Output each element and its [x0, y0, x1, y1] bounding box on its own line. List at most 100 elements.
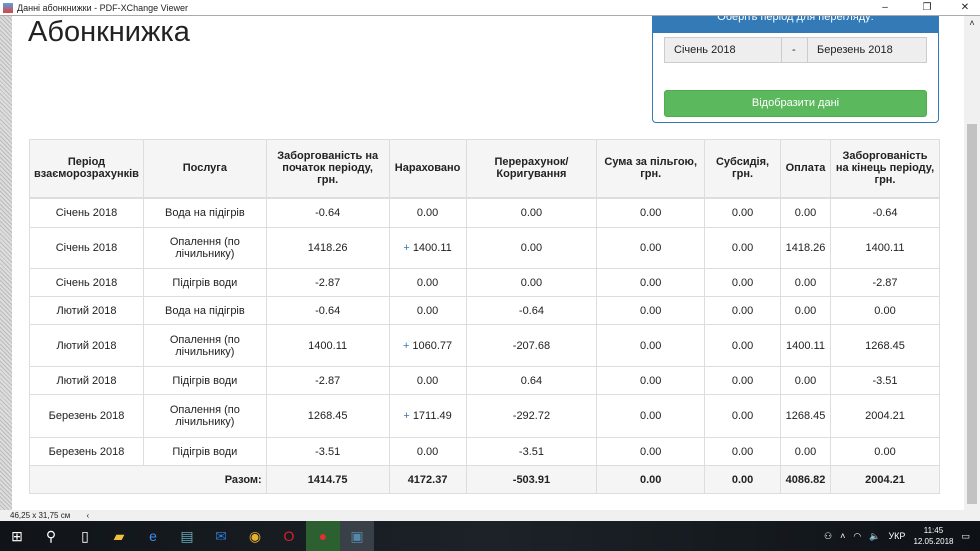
table-cell: Січень 2018 [29, 197, 144, 228]
cell-value: -3.51 [315, 445, 341, 458]
expand-plus-icon[interactable]: + [403, 340, 409, 352]
chrome-icon[interactable]: ◉ [238, 521, 272, 551]
table-row: Січень 2018 Опалення (по лічильнику) 1418.… [29, 227, 941, 269]
cell-value: -2.87 [872, 276, 898, 289]
expand-plus-icon[interactable]: + [403, 410, 409, 422]
restore-button[interactable]: ❐ [912, 0, 942, 16]
expand-plus-icon[interactable]: + [403, 242, 409, 254]
table-cell: -3.51 [465, 437, 598, 466]
show-data-button[interactable]: Відобразити дані [664, 90, 927, 117]
minimize-button[interactable]: – [870, 0, 900, 16]
document-page: Абонкнижка Оберіть період для перегляду:… [12, 16, 964, 510]
table-cell: -3.51 [829, 366, 941, 395]
title-bar: Данні абонкнижки - PDF-XChange Viewer – … [0, 0, 980, 16]
cell-value: -2.87 [315, 374, 341, 387]
cell-value: Січень 2018 [55, 276, 118, 289]
chevron-up-icon[interactable]: ˄ [840, 531, 845, 541]
column-header: Оплата [780, 139, 831, 199]
windows-start-icon[interactable]: ⊞ [0, 521, 34, 551]
cell-value: Лютий 2018 [56, 304, 117, 317]
table-cell: 0.00 [704, 437, 781, 466]
cell-value: 0.00 [639, 276, 662, 289]
table-cell: 1268.45 [829, 324, 941, 367]
table-cell: +1060.77 [388, 324, 467, 367]
table-cell: -3.51 [265, 437, 390, 466]
table-cell: 0.00 [780, 268, 831, 297]
table-row: Січень 2018 Вода на підігрів -0.64 0.00 0.00… [29, 197, 941, 228]
table-cell: Березень 2018 [29, 394, 144, 438]
cell-value: 0.00 [639, 339, 662, 352]
app-red-icon[interactable]: ● [306, 521, 340, 551]
table-cell: Березень 2018 [29, 437, 144, 466]
cell-value: -292.72 [512, 410, 551, 422]
outlook-icon[interactable]: ✉ [204, 521, 238, 551]
cell-value: 0.00 [639, 445, 662, 458]
table-cell: -2.87 [829, 268, 941, 297]
table-cell: 1268.45 [780, 394, 831, 438]
table-cell: 1268.45 [265, 394, 390, 438]
date: 12.05.2018 [913, 537, 954, 546]
cell-value: -3.51 [872, 374, 898, 387]
cell-value: 0.00 [731, 374, 754, 387]
table-cell: -207.68 [465, 324, 598, 367]
document-app-icon[interactable]: ▤ [170, 521, 204, 551]
table-cell: -0.64 [465, 296, 598, 325]
cell-value: 0.00 [416, 374, 439, 387]
cell-value: 1268.45 [307, 410, 348, 422]
table-cell: 0.00 [704, 296, 781, 325]
table-cell: 0.00 [780, 437, 831, 466]
column-header: Нараховано [388, 139, 467, 199]
period-to-select[interactable]: Березень 2018 [807, 37, 927, 63]
cell-value: 0.64 [520, 374, 543, 387]
close-button[interactable]: ✕ [950, 0, 980, 16]
page-title: Абонкнижка [28, 16, 190, 48]
table-cell: 0.00 [596, 227, 706, 269]
table-cell: Лютий 2018 [29, 296, 144, 325]
total-row: Разом: 1414.75 4172.37 -503.91 0.00 0.00 4086.… [29, 465, 941, 494]
period-panel: Оберіть період для перегляду: Січень 201… [652, 16, 939, 123]
opera-icon[interactable]: O [272, 521, 306, 551]
vertical-scrollbar[interactable]: ˄ [964, 16, 980, 510]
scroll-thumb[interactable] [967, 124, 977, 504]
scroll-left-icon[interactable]: ‹ [86, 511, 89, 520]
search-icon[interactable]: ⚲ [34, 521, 68, 551]
cell-value: Березень 2018 [48, 445, 125, 458]
period-from-select[interactable]: Січень 2018 [664, 37, 782, 63]
cell-value: Підігрів води [172, 276, 238, 289]
volume-icon[interactable]: 🔈 [869, 531, 880, 542]
notifications-icon[interactable]: ▭ [961, 531, 970, 542]
language-indicator[interactable]: УКР [888, 531, 905, 541]
file-explorer-icon[interactable]: ▰ [102, 521, 136, 551]
cell-value: 0.00 [874, 445, 896, 458]
cell-value: 2004.21 [865, 410, 905, 422]
page-size: 46,25 x 31,75 см [10, 511, 71, 520]
panel-header: Оберіть період для перегляду: [653, 16, 938, 33]
cell-value: 0.00 [416, 445, 439, 458]
cell-value: 0.00 [639, 206, 662, 219]
cell-value: Підігрів води [172, 445, 238, 458]
people-icon[interactable]: ⚇ [824, 531, 832, 542]
cell-value: -0.64 [315, 304, 341, 317]
total-cell: -503.91 [465, 465, 598, 494]
cell-value: 0.00 [794, 374, 817, 387]
table-cell: 0.00 [704, 324, 781, 367]
cell-value: -0.64 [518, 304, 544, 317]
scroll-up-icon[interactable]: ˄ [964, 18, 980, 28]
table-cell: 0.00 [596, 324, 706, 367]
internet-explorer-icon[interactable]: e [136, 521, 170, 551]
viewer-background [0, 16, 12, 510]
cell-value: 1418.26 [307, 242, 348, 254]
table-cell: 0.00 [388, 437, 467, 466]
wifi-icon[interactable]: ◠ [853, 531, 861, 542]
clock[interactable]: 11:45 12.05.2018 [913, 525, 953, 547]
column-header: Період взаєморозрахунків [29, 139, 144, 199]
table-row: Лютий 2018 Підігрів води -2.87 0.00 0.64 0.00… [29, 366, 941, 395]
table-cell: 0.00 [780, 296, 831, 325]
task-view-icon[interactable]: ▯ [68, 521, 102, 551]
table-cell: Вода на підігрів [142, 296, 267, 325]
cell-value: 0.00 [731, 276, 754, 289]
table-cell: 0.00 [596, 296, 706, 325]
cell-value: 0.00 [416, 304, 439, 317]
cell-value: Опалення (по лічильнику) [169, 236, 240, 260]
pdf-xchange-icon[interactable]: ▣ [340, 521, 374, 551]
